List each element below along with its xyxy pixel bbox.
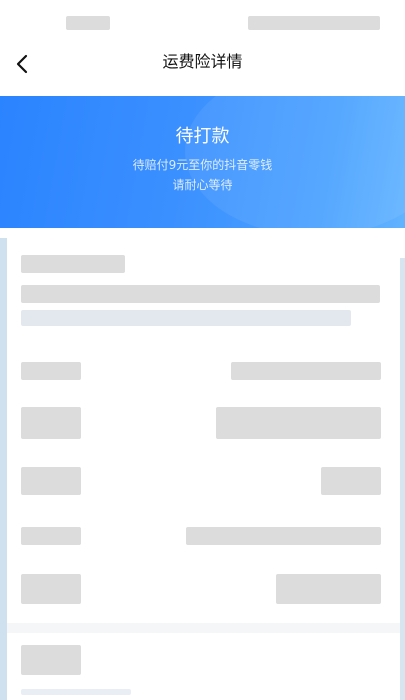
detail-row (7, 645, 400, 695)
blurred-label (21, 645, 81, 675)
blurred-heading (21, 255, 125, 273)
status-banner: 待打款 待赔付9元至你的抖音零钱 请耐心等待 (0, 96, 405, 228)
status-title: 待打款 (175, 126, 230, 147)
blurred-value (186, 527, 381, 545)
detail-row (7, 572, 400, 606)
left-edge-strip (0, 238, 7, 700)
blurred-label (21, 362, 81, 380)
blurred-value (216, 407, 381, 439)
blurred-label (21, 527, 81, 545)
blurred-text-line (21, 689, 131, 695)
status-subtitle-line1: 待赔付9元至你的抖音零钱 (132, 158, 273, 172)
page-title: 运费险详情 (162, 52, 243, 71)
blurred-text-line (21, 285, 380, 303)
blurred-value (276, 574, 381, 604)
blurred-label (21, 407, 81, 439)
detail-row (7, 405, 400, 441)
blurred-value (321, 467, 381, 495)
detail-row (7, 465, 400, 497)
section-divider (7, 623, 400, 633)
status-bar-left-blur (66, 16, 110, 30)
blurred-value (231, 362, 381, 380)
blurred-label (21, 467, 81, 495)
scrollbar-track[interactable] (400, 258, 405, 700)
nav-bar: 运费险详情 (0, 40, 405, 95)
blurred-label (21, 574, 81, 604)
detail-row (7, 360, 400, 384)
detail-header-block (7, 255, 400, 335)
blurred-text-line (21, 310, 351, 326)
status-bar (0, 0, 405, 45)
status-bar-right-blur (248, 16, 380, 30)
detail-row (7, 525, 400, 549)
status-subtitle-line2: 请耐心等待 (172, 178, 233, 192)
